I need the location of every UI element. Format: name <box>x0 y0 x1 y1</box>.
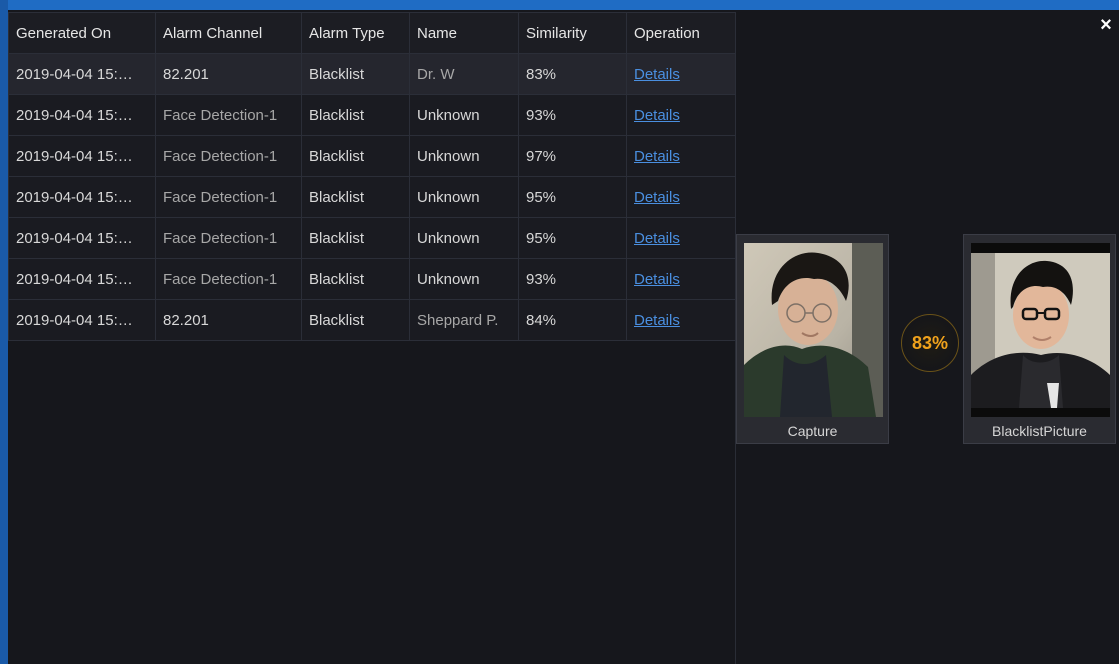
cell-similarity: 95% <box>518 176 627 218</box>
column-header-name[interactable]: Name <box>409 12 519 54</box>
window-title-bar <box>0 0 1119 10</box>
cell-similarity: 93% <box>518 94 627 136</box>
table-row[interactable]: 2019-04-04 15:… 82.201 Blacklist Dr. W 8… <box>8 53 736 95</box>
column-header-generated-on[interactable]: Generated On <box>8 12 156 54</box>
cell-similarity: 97% <box>518 135 627 177</box>
table-row[interactable]: 2019-04-04 15:… Face Detection-1 Blackli… <box>8 94 736 136</box>
cell-alarm-channel: Face Detection-1 <box>155 135 302 177</box>
cell-name: Unknown <box>409 94 519 136</box>
details-link[interactable]: Details <box>634 189 680 206</box>
similarity-score-badge: 83% <box>901 314 959 372</box>
face-comparison-panel: Capture 83% BlacklistPicture <box>736 234 1119 446</box>
alarm-table: Generated On Alarm Channel Alarm Type Na… <box>8 12 736 341</box>
cell-alarm-channel: Face Detection-1 <box>155 258 302 300</box>
cell-operation: Details <box>626 299 736 341</box>
blacklist-picture-card[interactable]: BlacklistPicture <box>963 234 1116 444</box>
cell-generated-on: 2019-04-04 15:… <box>8 176 156 218</box>
details-link[interactable]: Details <box>634 107 680 124</box>
blacklist-photo <box>971 243 1110 417</box>
cell-name: Unknown <box>409 135 519 177</box>
cell-alarm-channel: 82.201 <box>155 53 302 95</box>
column-header-similarity[interactable]: Similarity <box>518 12 627 54</box>
table-row[interactable]: 2019-04-04 15:… 82.201 Blacklist Sheppar… <box>8 299 736 341</box>
cell-alarm-channel: Face Detection-1 <box>155 217 302 259</box>
capture-card[interactable]: Capture <box>736 234 889 444</box>
details-link[interactable]: Details <box>634 66 680 83</box>
blacklist-picture-label: BlacklistPicture <box>992 423 1087 439</box>
column-header-alarm-channel[interactable]: Alarm Channel <box>155 12 302 54</box>
alarm-list-panel: Generated On Alarm Channel Alarm Type Na… <box>8 12 736 664</box>
cell-alarm-type: Blacklist <box>301 176 410 218</box>
table-row[interactable]: 2019-04-04 15:… Face Detection-1 Blackli… <box>8 176 736 218</box>
cell-similarity: 95% <box>518 217 627 259</box>
details-link[interactable]: Details <box>634 230 680 247</box>
cell-generated-on: 2019-04-04 15:… <box>8 258 156 300</box>
cell-generated-on: 2019-04-04 15:… <box>8 217 156 259</box>
cell-alarm-type: Blacklist <box>301 53 410 95</box>
capture-photo <box>744 243 883 417</box>
table-row[interactable]: 2019-04-04 15:… Face Detection-1 Blackli… <box>8 135 736 177</box>
cell-generated-on: 2019-04-04 15:… <box>8 299 156 341</box>
table-row[interactable]: 2019-04-04 15:… Face Detection-1 Blackli… <box>8 217 736 259</box>
cell-operation: Details <box>626 217 736 259</box>
cell-alarm-channel: Face Detection-1 <box>155 94 302 136</box>
column-header-alarm-type[interactable]: Alarm Type <box>301 12 410 54</box>
column-header-operation[interactable]: Operation <box>626 12 736 54</box>
cell-alarm-type: Blacklist <box>301 258 410 300</box>
cell-alarm-type: Blacklist <box>301 299 410 341</box>
cell-similarity: 93% <box>518 258 627 300</box>
details-link[interactable]: Details <box>634 312 680 329</box>
cell-operation: Details <box>626 94 736 136</box>
window-left-border <box>0 0 8 664</box>
cell-similarity: 84% <box>518 299 627 341</box>
close-button[interactable]: × <box>1095 14 1117 38</box>
cell-operation: Details <box>626 258 736 300</box>
alarm-search-window: × Generated On Alarm Channel Alarm Type … <box>0 0 1119 664</box>
cell-alarm-type: Blacklist <box>301 94 410 136</box>
cell-generated-on: 2019-04-04 15:… <box>8 53 156 95</box>
cell-alarm-channel: Face Detection-1 <box>155 176 302 218</box>
capture-label: Capture <box>787 423 838 439</box>
cell-alarm-type: Blacklist <box>301 135 410 177</box>
cell-similarity: 83% <box>518 53 627 95</box>
cell-operation: Details <box>626 53 736 95</box>
cell-generated-on: 2019-04-04 15:… <box>8 135 156 177</box>
cell-alarm-channel: 82.201 <box>155 299 302 341</box>
cell-name: Dr. W <box>409 53 519 95</box>
table-header-row: Generated On Alarm Channel Alarm Type Na… <box>8 12 736 54</box>
cell-name: Sheppard P. <box>409 299 519 341</box>
details-link[interactable]: Details <box>634 271 680 288</box>
cell-generated-on: 2019-04-04 15:… <box>8 94 156 136</box>
cell-name: Unknown <box>409 217 519 259</box>
cell-alarm-type: Blacklist <box>301 217 410 259</box>
cell-name: Unknown <box>409 258 519 300</box>
details-link[interactable]: Details <box>634 148 680 165</box>
table-row[interactable]: 2019-04-04 15:… Face Detection-1 Blackli… <box>8 258 736 300</box>
cell-name: Unknown <box>409 176 519 218</box>
cell-operation: Details <box>626 135 736 177</box>
cell-operation: Details <box>626 176 736 218</box>
